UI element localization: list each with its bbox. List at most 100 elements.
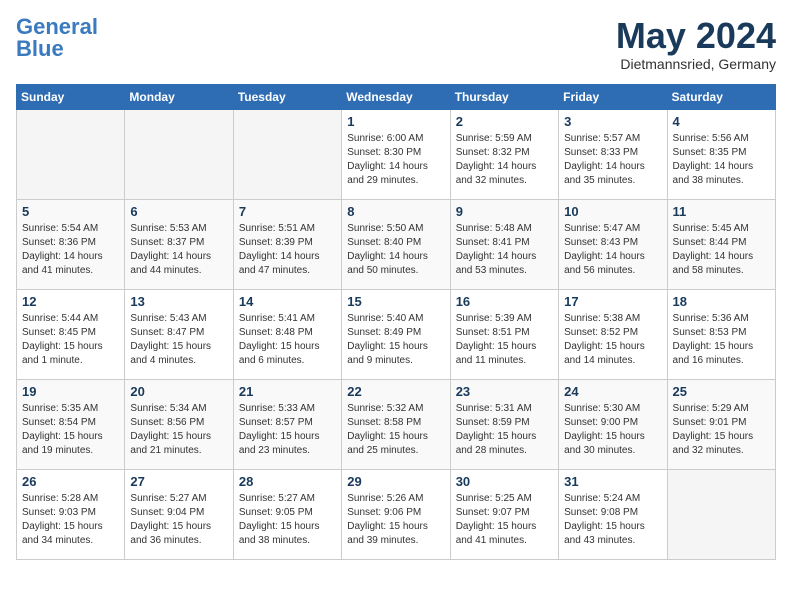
calendar-cell: 20 Sunrise: 5:34 AMSunset: 8:56 PMDayligh… bbox=[125, 379, 233, 469]
day-number: 30 bbox=[456, 474, 553, 489]
day-info: Sunrise: 5:44 AMSunset: 8:45 PMDaylight:… bbox=[22, 312, 119, 368]
day-number: 23 bbox=[456, 384, 553, 399]
day-header-sunday: Sunday bbox=[17, 84, 125, 109]
day-info: Sunrise: 5:29 AMSunset: 9:01 PMDaylight:… bbox=[673, 402, 770, 458]
day-info: Sunrise: 5:30 AMSunset: 9:00 PMDaylight:… bbox=[564, 402, 661, 458]
day-number: 6 bbox=[130, 204, 227, 219]
calendar-cell: 14 Sunrise: 5:41 AMSunset: 8:48 PMDayligh… bbox=[233, 289, 341, 379]
calendar-cell: 2 Sunrise: 5:59 AMSunset: 8:32 PMDaylight… bbox=[450, 109, 558, 199]
day-info: Sunrise: 5:48 AMSunset: 8:41 PMDaylight:… bbox=[456, 222, 553, 278]
day-info: Sunrise: 5:36 AMSunset: 8:53 PMDaylight:… bbox=[673, 312, 770, 368]
day-header-tuesday: Tuesday bbox=[233, 84, 341, 109]
day-number: 26 bbox=[22, 474, 119, 489]
day-info: Sunrise: 5:27 AMSunset: 9:05 PMDaylight:… bbox=[239, 492, 336, 548]
calendar-cell: 1Sunrise: 6:00 AMSunset: 8:30 PMDaylight… bbox=[342, 109, 450, 199]
calendar-cell: 22 Sunrise: 5:32 AMSunset: 8:58 PMDayligh… bbox=[342, 379, 450, 469]
calendar-cell: 16 Sunrise: 5:39 AMSunset: 8:51 PMDayligh… bbox=[450, 289, 558, 379]
day-info: Sunrise: 5:32 AMSunset: 8:58 PMDaylight:… bbox=[347, 402, 444, 458]
calendar-cell: 3 Sunrise: 5:57 AMSunset: 8:33 PMDaylight… bbox=[559, 109, 667, 199]
day-number: 21 bbox=[239, 384, 336, 399]
title-block: May 2024 Dietmannsried, Germany bbox=[616, 16, 776, 72]
calendar-cell: 23 Sunrise: 5:31 AMSunset: 8:59 PMDayligh… bbox=[450, 379, 558, 469]
calendar-cell: 26 Sunrise: 5:28 AMSunset: 9:03 PMDayligh… bbox=[17, 469, 125, 559]
location: Dietmannsried, Germany bbox=[616, 56, 776, 72]
day-info: Sunrise: 5:50 AMSunset: 8:40 PMDaylight:… bbox=[347, 222, 444, 278]
day-header-wednesday: Wednesday bbox=[342, 84, 450, 109]
calendar-cell: 8 Sunrise: 5:50 AMSunset: 8:40 PMDaylight… bbox=[342, 199, 450, 289]
calendar-cell: 17 Sunrise: 5:38 AMSunset: 8:52 PMDayligh… bbox=[559, 289, 667, 379]
calendar-cell: 27 Sunrise: 5:27 AMSunset: 9:04 PMDayligh… bbox=[125, 469, 233, 559]
calendar-cell: 31 Sunrise: 5:24 AMSunset: 9:08 PMDayligh… bbox=[559, 469, 667, 559]
day-info: Sunrise: 5:57 AMSunset: 8:33 PMDaylight:… bbox=[564, 132, 661, 188]
calendar-cell: 4Sunrise: 5:56 AMSunset: 8:35 PMDaylight… bbox=[667, 109, 775, 199]
calendar-cell: 30Sunrise: 5:25 AMSunset: 9:07 PMDayligh… bbox=[450, 469, 558, 559]
calendar-cell: 10 Sunrise: 5:47 AMSunset: 8:43 PMDayligh… bbox=[559, 199, 667, 289]
day-info: Sunrise: 5:31 AMSunset: 8:59 PMDaylight:… bbox=[456, 402, 553, 458]
day-header-monday: Monday bbox=[125, 84, 233, 109]
day-info: Sunrise: 5:34 AMSunset: 8:56 PMDaylight:… bbox=[130, 402, 227, 458]
logo: General Blue bbox=[16, 16, 98, 60]
day-info: Sunrise: 5:38 AMSunset: 8:52 PMDaylight:… bbox=[564, 312, 661, 368]
day-number: 11 bbox=[673, 204, 770, 219]
day-number: 5 bbox=[22, 204, 119, 219]
day-number: 12 bbox=[22, 294, 119, 309]
day-number: 25 bbox=[673, 384, 770, 399]
day-number: 20 bbox=[130, 384, 227, 399]
day-number: 28 bbox=[239, 474, 336, 489]
calendar-week-3: 12 Sunrise: 5:44 AMSunset: 8:45 PMDayligh… bbox=[17, 289, 776, 379]
calendar-header-row: SundayMondayTuesdayWednesdayThursdayFrid… bbox=[17, 84, 776, 109]
day-info: Sunrise: 5:51 AMSunset: 8:39 PMDaylight:… bbox=[239, 222, 336, 278]
calendar-cell bbox=[233, 109, 341, 199]
day-number: 22 bbox=[347, 384, 444, 399]
day-number: 13 bbox=[130, 294, 227, 309]
day-number: 1 bbox=[347, 114, 444, 129]
calendar-cell: 25 Sunrise: 5:29 AMSunset: 9:01 PMDayligh… bbox=[667, 379, 775, 469]
day-info: Sunrise: 5:47 AMSunset: 8:43 PMDaylight:… bbox=[564, 222, 661, 278]
calendar-cell: 28 Sunrise: 5:27 AMSunset: 9:05 PMDayligh… bbox=[233, 469, 341, 559]
calendar-week-4: 19Sunrise: 5:35 AMSunset: 8:54 PMDayligh… bbox=[17, 379, 776, 469]
day-info: Sunrise: 5:35 AMSunset: 8:54 PMDaylight:… bbox=[22, 402, 119, 458]
page-header: General Blue May 2024 Dietmannsried, Ger… bbox=[16, 16, 776, 72]
day-info: Sunrise: 5:41 AMSunset: 8:48 PMDaylight:… bbox=[239, 312, 336, 368]
day-header-thursday: Thursday bbox=[450, 84, 558, 109]
day-info: Sunrise: 5:45 AMSunset: 8:44 PMDaylight:… bbox=[673, 222, 770, 278]
calendar-cell: 13Sunrise: 5:43 AMSunset: 8:47 PMDayligh… bbox=[125, 289, 233, 379]
calendar-cell: 11 Sunrise: 5:45 AMSunset: 8:44 PMDayligh… bbox=[667, 199, 775, 289]
day-info: Sunrise: 5:54 AMSunset: 8:36 PMDaylight:… bbox=[22, 222, 119, 278]
day-number: 18 bbox=[673, 294, 770, 309]
day-number: 27 bbox=[130, 474, 227, 489]
day-info: Sunrise: 5:39 AMSunset: 8:51 PMDaylight:… bbox=[456, 312, 553, 368]
calendar-cell: 5 Sunrise: 5:54 AMSunset: 8:36 PMDaylight… bbox=[17, 199, 125, 289]
calendar-cell bbox=[125, 109, 233, 199]
calendar-week-5: 26 Sunrise: 5:28 AMSunset: 9:03 PMDayligh… bbox=[17, 469, 776, 559]
calendar-table: SundayMondayTuesdayWednesdayThursdayFrid… bbox=[16, 84, 776, 560]
day-number: 8 bbox=[347, 204, 444, 219]
day-number: 3 bbox=[564, 114, 661, 129]
day-info: Sunrise: 5:53 AMSunset: 8:37 PMDaylight:… bbox=[130, 222, 227, 278]
calendar-cell bbox=[17, 109, 125, 199]
calendar-cell: 29Sunrise: 5:26 AMSunset: 9:06 PMDayligh… bbox=[342, 469, 450, 559]
calendar-week-1: 1Sunrise: 6:00 AMSunset: 8:30 PMDaylight… bbox=[17, 109, 776, 199]
day-header-friday: Friday bbox=[559, 84, 667, 109]
day-info: Sunrise: 5:26 AMSunset: 9:06 PMDaylight:… bbox=[347, 492, 444, 548]
logo-text: General Blue bbox=[16, 16, 98, 60]
day-number: 2 bbox=[456, 114, 553, 129]
day-info: Sunrise: 5:28 AMSunset: 9:03 PMDaylight:… bbox=[22, 492, 119, 548]
day-number: 31 bbox=[564, 474, 661, 489]
day-number: 14 bbox=[239, 294, 336, 309]
day-number: 16 bbox=[456, 294, 553, 309]
day-header-saturday: Saturday bbox=[667, 84, 775, 109]
calendar-week-2: 5 Sunrise: 5:54 AMSunset: 8:36 PMDaylight… bbox=[17, 199, 776, 289]
calendar-cell: 19Sunrise: 5:35 AMSunset: 8:54 PMDayligh… bbox=[17, 379, 125, 469]
day-info: Sunrise: 5:27 AMSunset: 9:04 PMDaylight:… bbox=[130, 492, 227, 548]
day-number: 10 bbox=[564, 204, 661, 219]
calendar-cell: 15Sunrise: 5:40 AMSunset: 8:49 PMDayligh… bbox=[342, 289, 450, 379]
day-number: 24 bbox=[564, 384, 661, 399]
calendar-cell: 6 Sunrise: 5:53 AMSunset: 8:37 PMDaylight… bbox=[125, 199, 233, 289]
day-number: 7 bbox=[239, 204, 336, 219]
day-number: 9 bbox=[456, 204, 553, 219]
day-info: Sunrise: 5:59 AMSunset: 8:32 PMDaylight:… bbox=[456, 132, 553, 188]
day-info: Sunrise: 5:24 AMSunset: 9:08 PMDaylight:… bbox=[564, 492, 661, 548]
calendar-cell: 24 Sunrise: 5:30 AMSunset: 9:00 PMDayligh… bbox=[559, 379, 667, 469]
day-number: 17 bbox=[564, 294, 661, 309]
